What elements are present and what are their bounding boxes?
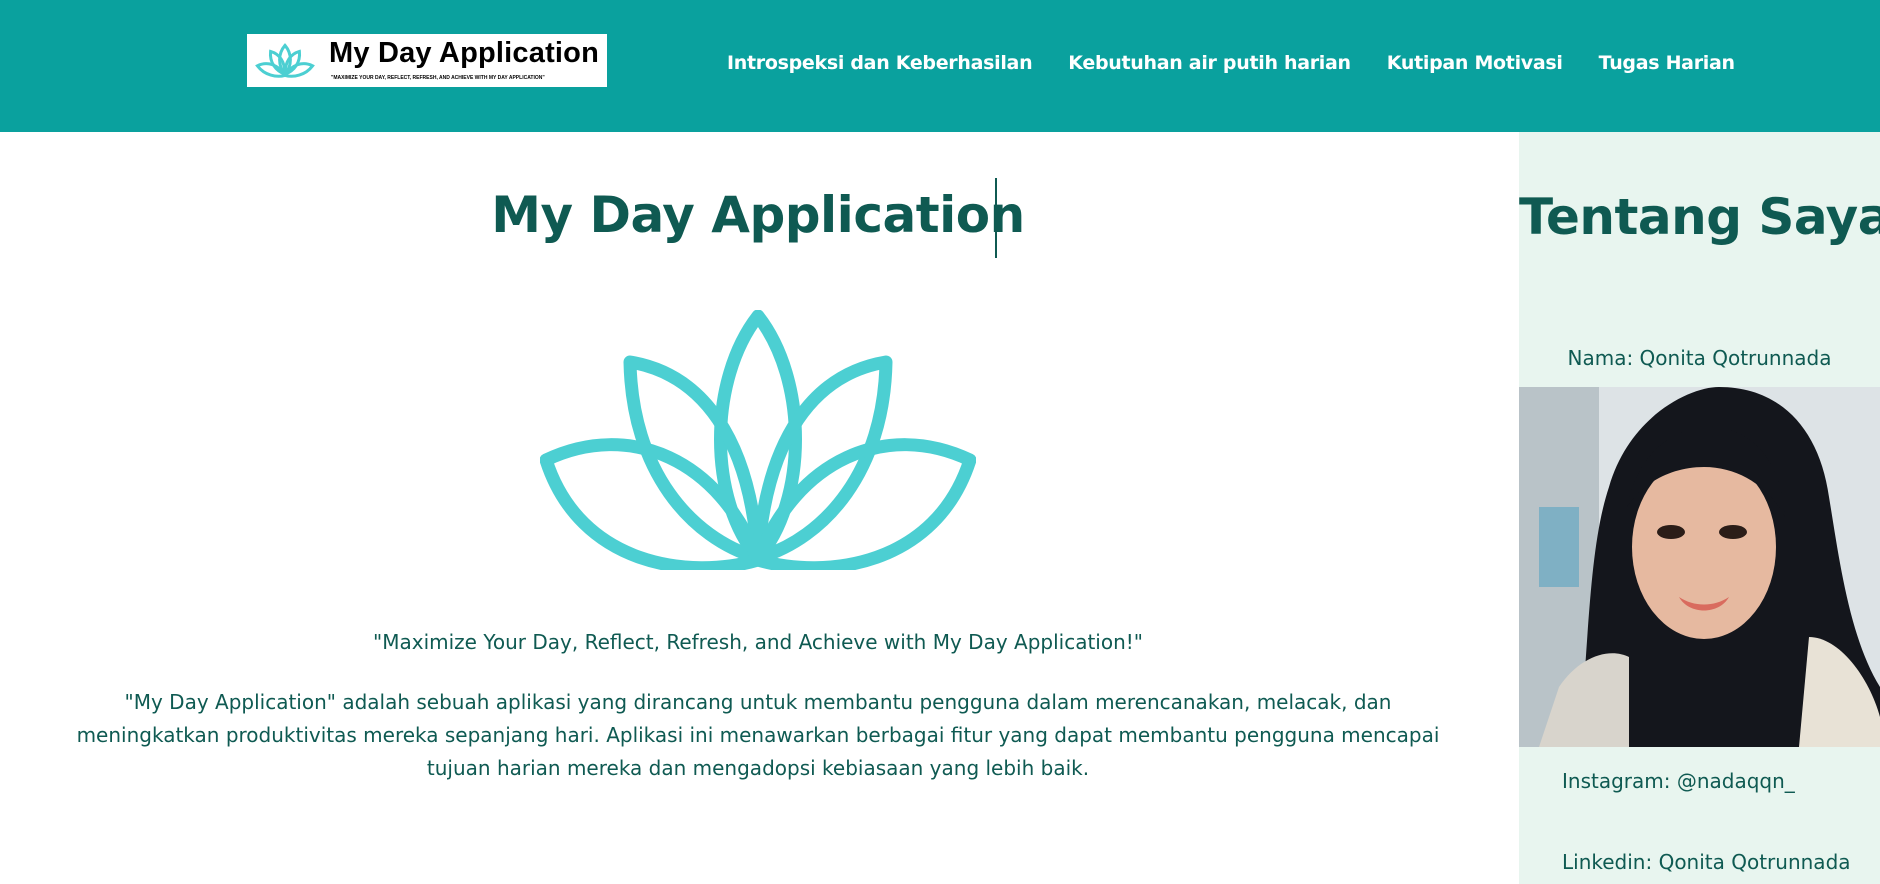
lotus-icon xyxy=(255,43,315,78)
about-sidebar: Tentang Saya Nama: Qonita Qotrunnada Ins… xyxy=(1519,132,1880,884)
site-header: My Day Application "Maximize Your Day, R… xyxy=(0,0,1880,132)
app-tagline: "Maximize Your Day, Reflect, Refresh, an… xyxy=(373,630,1143,654)
sidebar-title: Tentang Saya xyxy=(1519,188,1880,246)
main-content: My Day Application "Maximize Your Day, R… xyxy=(0,132,1519,884)
instagram-link[interactable]: Instagram: @nadaqqn_ xyxy=(1562,769,1795,793)
main-nav: Introspeksi dan Keberhasilan Kebutuhan a… xyxy=(727,52,1771,74)
site-logo[interactable]: My Day Application "Maximize Your Day, R… xyxy=(247,34,607,87)
nav-link-introspeksi[interactable]: Introspeksi dan Keberhasilan xyxy=(727,52,1033,74)
lotus-icon xyxy=(540,310,976,570)
profile-photo xyxy=(1519,387,1880,747)
nav-link-kebutuhan-air[interactable]: Kebutuhan air putih harian xyxy=(1068,52,1351,74)
linkedin-link[interactable]: Linkedin: Qonita Qotrunnada xyxy=(1562,850,1851,874)
logo-tagline: "Maximize Your Day, Reflect, Refresh, an… xyxy=(331,75,545,81)
nav-link-kutipan-motivasi[interactable]: Kutipan Motivasi xyxy=(1387,52,1563,74)
app-description: "My Day Application" adalah sebuah aplik… xyxy=(76,690,1440,780)
page-title: My Day Application xyxy=(491,186,1025,244)
nav-link-tugas-harian[interactable]: Tugas Harian xyxy=(1599,52,1735,74)
logo-title: My Day Application xyxy=(329,37,600,69)
profile-photo-image xyxy=(1519,387,1880,747)
text-cursor xyxy=(995,178,997,258)
profile-name: Nama: Qonita Qotrunnada xyxy=(1567,346,1832,370)
